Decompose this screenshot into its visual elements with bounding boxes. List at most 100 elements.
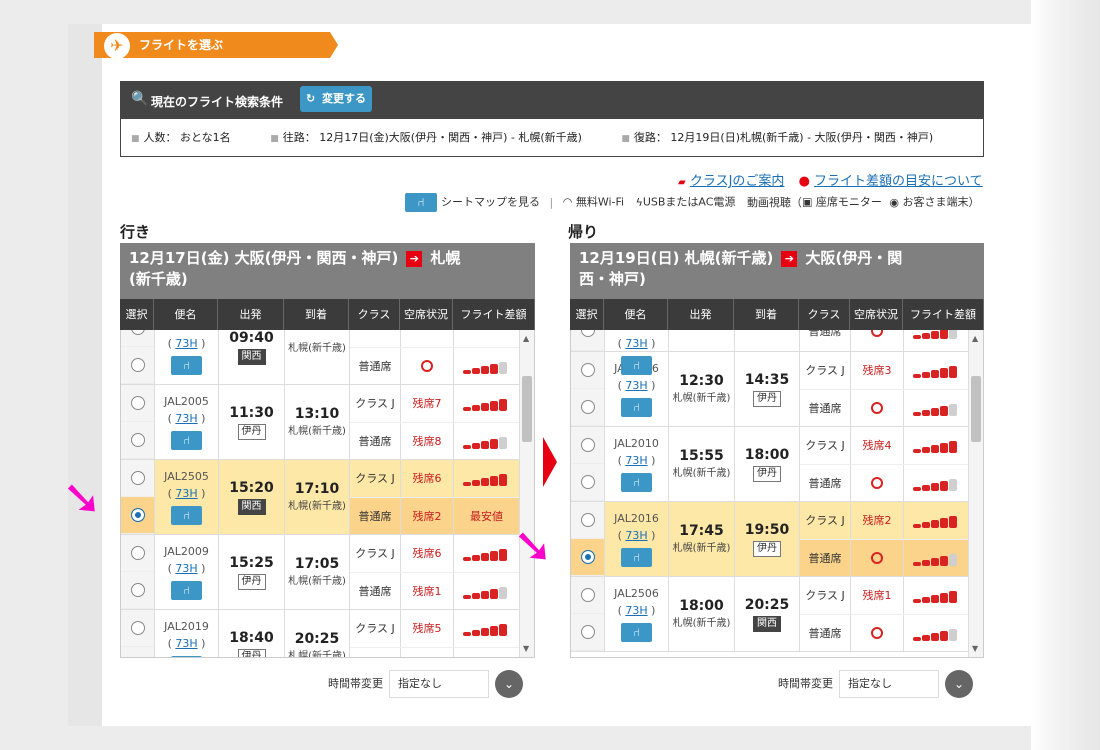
chevron-down-icon[interactable]: ⌄ xyxy=(945,670,973,698)
fare-radio[interactable] xyxy=(580,625,595,639)
scroll-up-icon[interactable]: ▲ xyxy=(523,334,529,343)
vacancy-status: 残席3 xyxy=(851,352,904,389)
fare-radio[interactable] xyxy=(580,363,595,377)
fare-radio[interactable] xyxy=(130,396,145,410)
fare-radio[interactable] xyxy=(580,330,595,337)
class-name: 普通席 xyxy=(800,330,851,351)
return-flight-list[interactable]: JAL2506( 73H ) ⑁ 18:00 札幌(新千歳) 20:25 関西 クラス J残… xyxy=(570,330,984,658)
aircraft-link[interactable]: 73H xyxy=(625,379,647,392)
change-search-button[interactable]: ↻ 変更する xyxy=(300,86,372,112)
fare-radio[interactable] xyxy=(130,621,145,635)
select-cell xyxy=(121,610,155,657)
flight-row[interactable]: JAL2019 ( 73H ) ⑁ 18:40 伊丹 20:25 札幌(新千歳) クラス J残… xyxy=(121,610,519,657)
available-circle-icon xyxy=(871,330,883,337)
device-label: お客さま端末） xyxy=(902,195,980,209)
fare-radio[interactable] xyxy=(580,588,595,602)
aircraft-link[interactable]: 73H xyxy=(175,337,197,350)
arrival-cell xyxy=(735,330,800,351)
fare-radio[interactable] xyxy=(580,475,595,489)
seatmap-icon[interactable]: ⑁ xyxy=(621,398,652,417)
fare-diff-coins xyxy=(912,516,957,529)
seatmap-icon[interactable]: ⑁ xyxy=(171,581,202,600)
coin-stack xyxy=(489,401,498,412)
departure-cell: 15:55 札幌(新千歳) xyxy=(669,427,735,501)
class-row: 普通席 xyxy=(800,614,969,651)
flight-row[interactable]: JAL2009 ( 73H ) ⑁ 15:25 伊丹 17:05 札幌(新千歳) クラス J残… xyxy=(121,535,519,610)
time-select[interactable]: 指定なし xyxy=(389,670,489,698)
scroll-thumb[interactable] xyxy=(522,376,532,442)
coin-stack xyxy=(462,557,471,562)
fare-radio[interactable] xyxy=(130,508,145,522)
seatmap-icon[interactable]: ⑁ xyxy=(171,656,202,657)
flight-row[interactable]: JAL2505 ( 73H ) ⑁ 15:20 関西 17:10 札幌(新千歳) クラス J残… xyxy=(121,460,519,535)
time-select[interactable]: 指定なし xyxy=(839,670,939,698)
scroll-up-icon[interactable]: ▲ xyxy=(972,334,978,343)
flight-cell: ( 73H ) ⑁ xyxy=(155,330,219,384)
aircraft-link[interactable]: 73H xyxy=(625,529,647,542)
power-icon: ϟ xyxy=(635,195,643,209)
flight-row[interactable]: JAL2016 ( 73H ) ⑁ 17:45 札幌(新千歳) 19:50 伊丹 クラス J残… xyxy=(571,502,969,577)
radio-cell xyxy=(571,577,604,614)
class-row xyxy=(350,647,519,657)
class-row: クラス J 残席5 xyxy=(350,610,519,648)
aircraft-link[interactable]: 73H xyxy=(175,412,197,425)
monitor-icon: ▣ xyxy=(801,195,813,209)
seatmap-icon[interactable]: ⑁ xyxy=(171,356,202,375)
flight-number: JAL2506 xyxy=(614,587,659,600)
class-row: 普通席 残席1 xyxy=(350,572,519,609)
aircraft-link[interactable]: 73H xyxy=(625,454,647,467)
video-label: 動画視聴（ xyxy=(746,195,802,209)
aircraft-link[interactable]: 73H xyxy=(625,604,647,617)
fare-radio[interactable] xyxy=(130,330,145,335)
arrival-time: 18:00 xyxy=(744,446,790,463)
seatmap-icon[interactable]: ⑁ xyxy=(621,356,652,375)
fare-radio[interactable] xyxy=(580,550,595,564)
seatmap-icon[interactable]: ⑁ xyxy=(171,506,202,525)
column-header: 出発 xyxy=(668,299,734,330)
column-header: 便名 xyxy=(604,299,668,330)
fare-diff-link[interactable]: フライト差額の目安について xyxy=(814,174,983,189)
arrival-airport: 札幌(新千歳) xyxy=(288,342,346,354)
flight-cell: JAL2005 ( 73H ) ⑁ xyxy=(155,385,219,459)
fare-radio[interactable] xyxy=(130,433,145,447)
seatmap-icon[interactable]: ⑁ xyxy=(171,431,202,450)
fare-radio[interactable] xyxy=(130,583,145,597)
flight-row[interactable]: JAL2005 ( 73H ) ⑁ 11:30 伊丹 13:10 札幌(新千歳) クラス J残… xyxy=(121,385,519,460)
class-name: クラス J xyxy=(350,385,401,422)
scrollbar[interactable]: ▲ ▼ xyxy=(968,330,983,657)
coin-stack xyxy=(480,553,489,562)
aircraft-link[interactable]: 73H xyxy=(175,637,197,650)
flight-row[interactable]: ( 73H ) ⑁ 普通席 xyxy=(571,330,969,375)
fare-radio[interactable] xyxy=(580,438,595,452)
outbound-route: 往路： 12月17日(金)大阪(伊丹・関西・神戸) - 札幌(新千歳) xyxy=(282,131,582,144)
seatmap-icon[interactable]: ⑁ xyxy=(621,623,652,642)
fare-diff-coins xyxy=(912,330,957,339)
aircraft-code: ( 73H ) xyxy=(167,637,206,650)
flight-row[interactable]: JAL2506 ( 73H ) ⑁ 18:00 札幌(新千歳) 20:25 関西 クラス J残… xyxy=(571,577,969,652)
aircraft-link[interactable]: 73H xyxy=(175,562,197,575)
flight-number: JAL2019 xyxy=(164,620,209,633)
fare-radio[interactable] xyxy=(130,358,145,372)
return-route: 復路： 12月19日(日)札幌(新千歳) - 大阪(伊丹・関西・神戸) xyxy=(633,131,934,144)
fare-radio[interactable] xyxy=(580,400,595,414)
outbound-flight-list[interactable]: JAL2019( 73H )⑁18:40伊丹20:25札幌(新千歳)クラス J残… xyxy=(120,330,535,658)
seatmap-icon[interactable]: ⑁ xyxy=(621,473,652,492)
class-row: クラス J 残席6 xyxy=(350,460,519,498)
scroll-down-icon[interactable]: ▼ xyxy=(972,644,978,653)
seatmap-icon[interactable]: ⑁ xyxy=(621,548,652,567)
departure-time: 15:20 xyxy=(229,479,274,496)
aircraft-link[interactable]: 73H xyxy=(625,337,647,350)
fare-radio[interactable] xyxy=(580,513,595,527)
fare-radio[interactable] xyxy=(130,471,145,485)
aircraft-link[interactable]: 73H xyxy=(175,487,197,500)
scrollbar[interactable]: ▲ ▼ xyxy=(519,330,534,657)
select-cell xyxy=(571,502,605,576)
chevron-down-icon[interactable]: ⌄ xyxy=(495,670,523,698)
scroll-thumb[interactable] xyxy=(971,376,981,442)
flight-row[interactable]: JAL2010 ( 73H ) ⑁ 15:55 札幌(新千歳) 18:00 伊丹 クラス J残… xyxy=(571,427,969,502)
scroll-down-icon[interactable]: ▼ xyxy=(523,644,529,653)
coin-stack xyxy=(921,634,930,641)
fare-radio[interactable] xyxy=(130,546,145,560)
flight-row[interactable]: ( 73H ) ⑁ 09:40 関西 札幌(新千歳) 普通席 xyxy=(121,330,519,385)
classj-link[interactable]: クラスJのご案内 xyxy=(690,174,785,189)
